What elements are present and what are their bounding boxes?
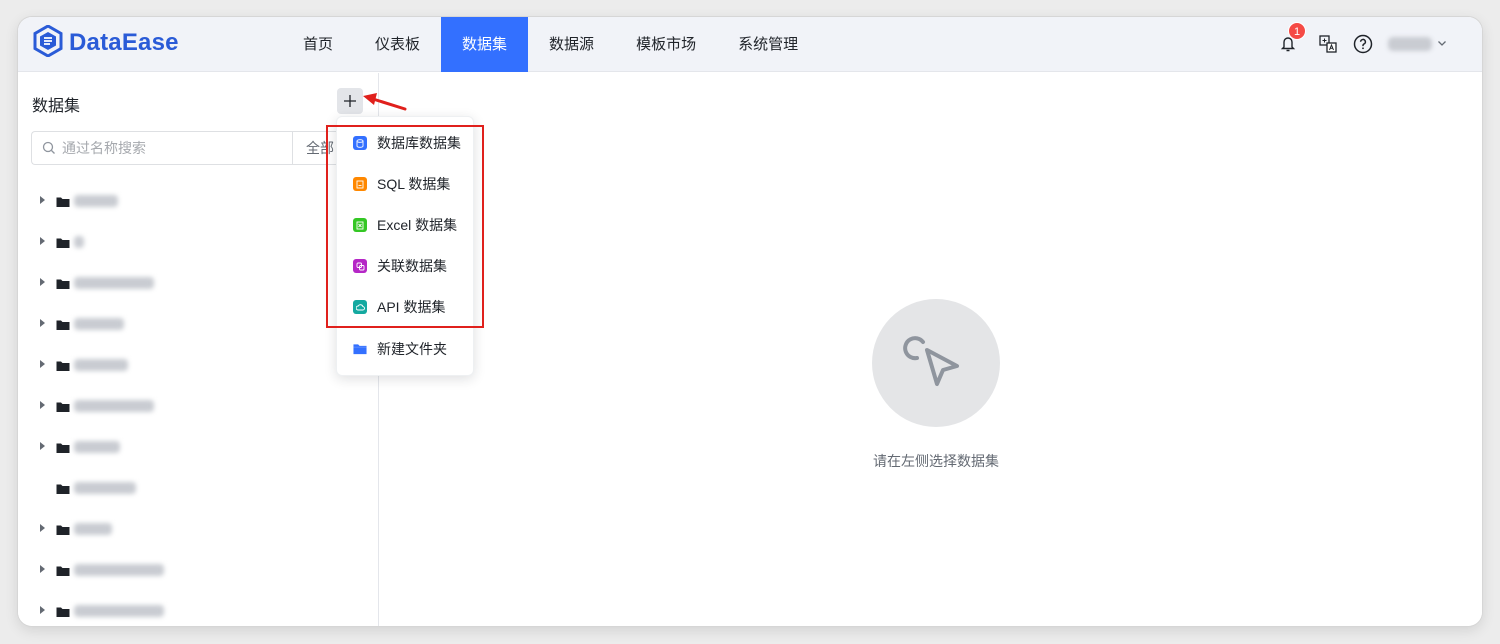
search-input[interactable] (62, 132, 287, 164)
tree-row[interactable] (18, 552, 379, 593)
folder-icon (56, 236, 70, 254)
search-icon (42, 141, 56, 160)
sql-icon (353, 177, 367, 191)
translate-icon[interactable] (1317, 33, 1339, 55)
help-icon[interactable] (1352, 33, 1374, 55)
app-window: DataEase 首页 仪表板 数据集 数据源 模板市场 系统管理 1 数据集 (18, 17, 1482, 626)
nav-item-dataset[interactable]: 数据集 (441, 17, 529, 72)
tree-item-label (74, 482, 136, 494)
tree-item-label (74, 400, 154, 412)
menu-item-new-folder[interactable]: 新建文件夹 (337, 331, 473, 367)
caret-right-icon[interactable] (40, 442, 45, 450)
link-icon (353, 259, 367, 273)
annotation-arrow-icon (363, 93, 407, 111)
nav-item-template-market[interactable]: 模板市场 (615, 17, 717, 72)
menu-item-label: API 数据集 (377, 299, 446, 315)
nav-item-home[interactable]: 首页 (282, 17, 354, 72)
folder-icon (56, 441, 70, 459)
cursor-click-icon (903, 336, 959, 386)
main-content: 请在左侧选择数据集 (380, 73, 1482, 626)
folder-icon (56, 359, 70, 377)
excel-icon (353, 218, 367, 232)
create-dataset-menu: 数据库数据集 SQL 数据集 Excel 数据集 关联数据集 API 数据集 新… (336, 116, 474, 376)
tree-item-label (74, 441, 120, 453)
tree-item-label (74, 318, 124, 330)
nav-item-dashboard[interactable]: 仪表板 (354, 17, 441, 72)
tree-item-label (74, 523, 112, 535)
notification-badge: 1 (1288, 22, 1306, 40)
folder-icon (56, 195, 70, 213)
tree-item-label (74, 359, 128, 371)
folder-icon (56, 277, 70, 295)
folder-icon (56, 318, 70, 336)
main-nav: 首页 仪表板 数据集 数据源 模板市场 系统管理 (282, 17, 819, 72)
nav-item-system-management[interactable]: 系统管理 (717, 17, 819, 72)
menu-item-label: Excel 数据集 (377, 217, 458, 233)
sidebar-title: 数据集 (32, 98, 81, 115)
caret-right-icon[interactable] (40, 319, 45, 327)
dataset-tree (18, 183, 379, 626)
user-avatar[interactable] (1388, 37, 1432, 51)
tree-row[interactable] (18, 511, 379, 552)
search-box (31, 131, 293, 165)
folder-icon (353, 342, 367, 356)
menu-item-label: 数据库数据集 (377, 135, 461, 151)
tree-item-label (74, 236, 84, 248)
tree-row[interactable] (18, 306, 379, 347)
caret-right-icon[interactable] (40, 565, 45, 573)
empty-state-illustration (872, 299, 1000, 427)
tree-row[interactable] (18, 429, 379, 470)
logo-text: DataEase (69, 29, 179, 56)
dataset-sidebar: 数据集 全部 (18, 73, 379, 626)
tree-row[interactable] (18, 347, 379, 388)
nav-item-datasource[interactable]: 数据源 (528, 17, 615, 72)
menu-item-label: 新建文件夹 (377, 341, 447, 357)
caret-right-icon[interactable] (40, 606, 45, 614)
menu-item-database-dataset[interactable]: 数据库数据集 (337, 125, 473, 161)
folder-icon (56, 564, 70, 582)
api-icon (353, 300, 367, 314)
caret-right-icon[interactable] (40, 196, 45, 204)
tree-row[interactable] (18, 470, 379, 511)
chevron-down-icon[interactable] (1436, 36, 1448, 54)
caret-right-icon[interactable] (40, 524, 45, 532)
folder-icon (56, 400, 70, 418)
folder-icon (56, 605, 70, 623)
tree-item-label (74, 195, 118, 207)
plus-icon (344, 95, 356, 107)
top-bar: DataEase 首页 仪表板 数据集 数据源 模板市场 系统管理 1 (18, 17, 1482, 72)
tree-item-label (74, 564, 164, 576)
empty-state-text: 请在左侧选择数据集 (873, 453, 999, 469)
database-icon (353, 136, 367, 150)
logo-icon (33, 23, 63, 62)
tree-item-label (74, 605, 164, 617)
caret-right-icon[interactable] (40, 360, 45, 368)
caret-right-icon[interactable] (40, 237, 45, 245)
menu-item-sql-dataset[interactable]: SQL 数据集 (337, 166, 473, 202)
add-button[interactable] (337, 88, 363, 114)
menu-item-label: 关联数据集 (377, 258, 447, 274)
menu-item-api-dataset[interactable]: API 数据集 (337, 289, 473, 325)
menu-item-label: SQL 数据集 (377, 176, 451, 192)
tree-item-label (74, 277, 154, 289)
tree-row[interactable] (18, 224, 379, 265)
caret-right-icon[interactable] (40, 278, 45, 286)
logo[interactable]: DataEase (33, 23, 179, 62)
folder-icon (56, 482, 70, 500)
tree-row[interactable] (18, 265, 379, 306)
menu-item-union-dataset[interactable]: 关联数据集 (337, 248, 473, 284)
tree-row[interactable] (18, 183, 379, 224)
caret-right-icon[interactable] (40, 401, 45, 409)
tree-row[interactable] (18, 388, 379, 429)
folder-icon (56, 523, 70, 541)
tree-row[interactable] (18, 593, 379, 626)
menu-item-excel-dataset[interactable]: Excel 数据集 (337, 207, 473, 243)
